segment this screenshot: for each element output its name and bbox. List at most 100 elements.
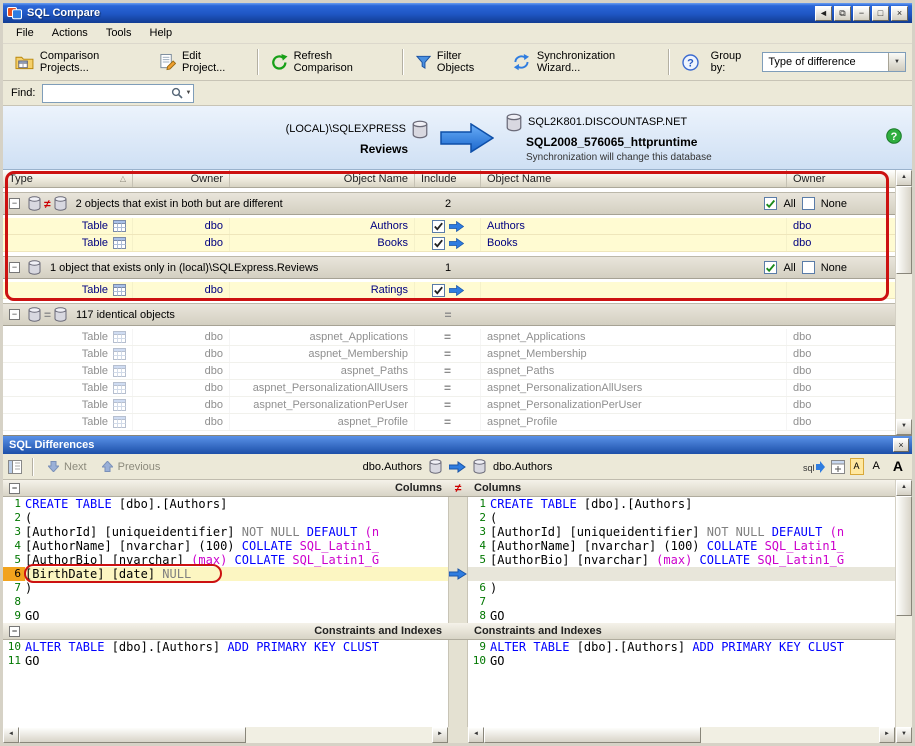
- collapse-icon[interactable]: −: [9, 198, 20, 209]
- grid-vertical-scrollbar[interactable]: ▲ ▼: [895, 170, 912, 435]
- scroll-thumb[interactable]: [19, 727, 246, 743]
- menu-help[interactable]: Help: [141, 24, 182, 42]
- chevron-down-icon[interactable]: ▼: [888, 53, 905, 71]
- include-cell[interactable]: [415, 282, 481, 298]
- column-header-owner-left[interactable]: Owner: [133, 170, 230, 187]
- sql-right-constraints[interactable]: 9ALTER TABLE [dbo].[Authors] ADD PRIMARY…: [468, 640, 895, 668]
- collapse-icon[interactable]: −: [9, 262, 20, 273]
- object-row-aspnet_paths[interactable]: Tabledboaspnet_Paths=aspnet_Pathsdbo: [3, 363, 895, 380]
- column-header-type[interactable]: Type△: [3, 170, 133, 187]
- font-size-small-button[interactable]: A: [850, 458, 864, 475]
- title-bar[interactable]: SQL Compare ◄ ⧉ − □ ×: [3, 3, 912, 23]
- object-row-authors[interactable]: TabledboAuthorsAuthorsdbo: [3, 218, 895, 235]
- scroll-right-button[interactable]: ►: [879, 727, 895, 743]
- scroll-up-button[interactable]: ▲: [896, 170, 912, 186]
- section-header-columns-left[interactable]: − Columns: [3, 480, 448, 497]
- column-header-include[interactable]: Include: [415, 170, 481, 187]
- scroll-thumb[interactable]: [484, 727, 701, 743]
- scroll-track[interactable]: [896, 496, 912, 727]
- object-row-books[interactable]: TabledboBooksBooksdbo: [3, 235, 895, 252]
- group-by-select[interactable]: Type of difference ▼: [762, 52, 906, 72]
- include-cell[interactable]: =: [415, 397, 481, 413]
- include-cell[interactable]: [415, 235, 481, 251]
- open-script-icon[interactable]: sql: [802, 460, 826, 474]
- layout-map-icon[interactable]: [8, 460, 22, 474]
- scroll-down-button[interactable]: ▼: [896, 727, 912, 743]
- object-row-ratings[interactable]: TabledboRatings: [3, 282, 895, 299]
- object-row-aspnet_personalizationallusers[interactable]: Tabledboaspnet_PersonalizationAllUsers=a…: [3, 380, 895, 397]
- select-all-link[interactable]: All: [783, 262, 795, 274]
- back-button[interactable]: ◄: [815, 6, 832, 21]
- select-none-link[interactable]: None: [821, 198, 847, 210]
- object-row-aspnet_membership[interactable]: Tabledboaspnet_Membership=aspnet_Members…: [3, 346, 895, 363]
- column-header-object-right[interactable]: Object Name: [481, 170, 787, 187]
- select-none-link[interactable]: None: [821, 262, 847, 274]
- object-row-aspnet_personalizationperuser[interactable]: Tabledboaspnet_PersonalizationPerUser=as…: [3, 397, 895, 414]
- menu-file[interactable]: File: [7, 24, 43, 42]
- collapse-icon[interactable]: −: [9, 483, 20, 494]
- close-button[interactable]: ×: [891, 6, 908, 21]
- collapse-icon[interactable]: −: [9, 309, 20, 320]
- chevron-down-icon[interactable]: ▼: [186, 90, 192, 96]
- group-row[interactable]: −1 object that exists only in (local)\SQ…: [3, 256, 895, 279]
- scroll-right-button[interactable]: ►: [432, 727, 448, 743]
- close-icon[interactable]: ×: [893, 438, 909, 452]
- right-pane-hscrollbar[interactable]: ◄ ►: [468, 727, 895, 743]
- menu-actions[interactable]: Actions: [43, 24, 97, 42]
- layout-split-icon[interactable]: [831, 460, 845, 474]
- help-button[interactable]: ?: [676, 50, 705, 75]
- scroll-track[interactable]: [484, 727, 879, 743]
- scroll-down-button[interactable]: ▼: [896, 419, 912, 435]
- sql-left-columns[interactable]: 1CREATE TABLE [dbo].[Authors]2(3[AuthorI…: [3, 497, 448, 623]
- previous-difference-button[interactable]: Previous: [97, 459, 166, 475]
- scroll-left-button[interactable]: ◄: [3, 727, 19, 743]
- scroll-thumb[interactable]: [896, 496, 912, 616]
- find-input[interactable]: [43, 86, 167, 101]
- comparison-projects-button[interactable]: Comparison Projects...: [9, 46, 151, 78]
- group-row[interactable]: −=117 identical objects=: [3, 303, 895, 326]
- select-none-checkbox[interactable]: [802, 261, 815, 274]
- sql-left-constraints[interactable]: 10ALTER TABLE [dbo].[Authors] ADD PRIMAR…: [3, 640, 448, 668]
- minimize-button[interactable]: −: [853, 6, 870, 21]
- left-pane-hscrollbar[interactable]: ◄ ►: [3, 727, 448, 743]
- refresh-comparison-button[interactable]: Refresh Comparison: [265, 46, 395, 78]
- section-header-columns-right[interactable]: Columns: [468, 480, 895, 497]
- object-row-aspnet_applications[interactable]: Tabledboaspnet_Applications=aspnet_Appli…: [3, 329, 895, 346]
- restore-button[interactable]: ⧉: [834, 6, 851, 21]
- scroll-track[interactable]: [896, 186, 912, 419]
- search-icon[interactable]: [171, 87, 183, 99]
- include-cell[interactable]: [415, 218, 481, 234]
- maximize-button[interactable]: □: [872, 6, 889, 21]
- diff-vertical-scrollbar[interactable]: ▲ ▼: [895, 480, 912, 743]
- include-checkbox[interactable]: [432, 237, 445, 250]
- collapse-icon[interactable]: −: [9, 626, 20, 637]
- font-size-medium-button[interactable]: A: [869, 458, 884, 475]
- scroll-left-button[interactable]: ◄: [468, 727, 484, 743]
- column-header-owner-right[interactable]: Owner: [787, 170, 895, 187]
- sql-right-columns[interactable]: 1CREATE TABLE [dbo].[Authors]2(3[AuthorI…: [468, 497, 895, 623]
- menu-tools[interactable]: Tools: [97, 24, 141, 42]
- font-size-large-button[interactable]: A: [889, 458, 907, 475]
- include-checkbox[interactable]: [432, 220, 445, 233]
- select-all-checkbox[interactable]: [764, 261, 777, 274]
- include-cell[interactable]: =: [415, 380, 481, 396]
- header-help-icon[interactable]: ?: [886, 128, 902, 147]
- column-header-object-left[interactable]: Object Name: [230, 170, 415, 187]
- include-checkbox[interactable]: [432, 284, 445, 297]
- group-row[interactable]: −≠2 objects that exist in both but are d…: [3, 192, 895, 215]
- select-all-checkbox[interactable]: [764, 197, 777, 210]
- include-cell[interactable]: =: [415, 363, 481, 379]
- include-cell[interactable]: =: [415, 329, 481, 345]
- scroll-up-button[interactable]: ▲: [896, 480, 912, 496]
- scroll-track[interactable]: [19, 727, 432, 743]
- sql-differences-titlebar[interactable]: SQL Differences ×: [3, 436, 912, 454]
- next-difference-button[interactable]: Next: [43, 459, 92, 475]
- select-all-link[interactable]: All: [783, 198, 795, 210]
- filter-objects-button[interactable]: Filter Objects: [410, 46, 504, 78]
- section-header-constraints-right[interactable]: Constraints and Indexes: [468, 623, 895, 640]
- sync-wizard-button[interactable]: Synchronization Wizard...: [506, 46, 661, 78]
- select-none-checkbox[interactable]: [802, 197, 815, 210]
- include-cell[interactable]: =: [415, 346, 481, 362]
- edit-project-button[interactable]: Edit Project...: [153, 46, 250, 78]
- object-row-aspnet_profile[interactable]: Tabledboaspnet_Profile=aspnet_Profiledbo: [3, 414, 895, 431]
